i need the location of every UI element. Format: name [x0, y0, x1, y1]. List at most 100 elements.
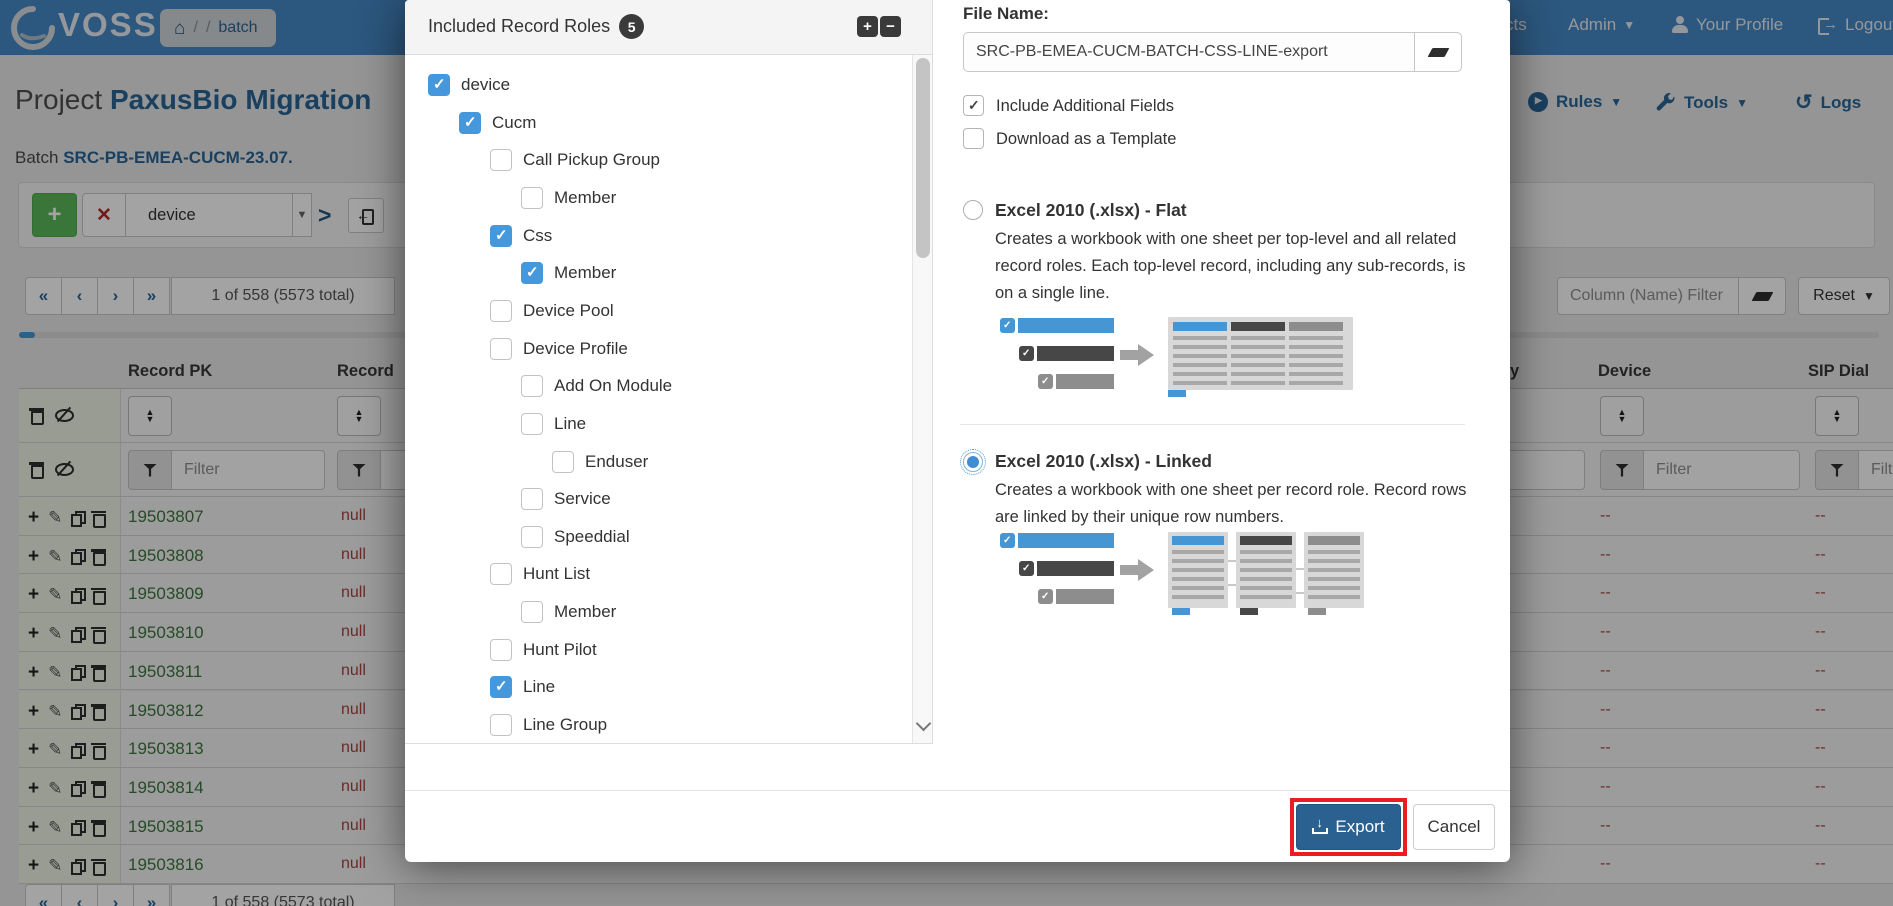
sheet-tab — [1240, 608, 1258, 615]
tree-item-device[interactable]: device — [405, 74, 912, 98]
scrollbar-thumb[interactable] — [916, 58, 930, 258]
unchecked-checkbox-icon[interactable] — [521, 413, 543, 435]
tree-item-service[interactable]: Service — [405, 488, 912, 512]
unchecked-checkbox-icon[interactable] — [490, 639, 512, 661]
tree-item-label: Service — [554, 489, 611, 509]
tree-item-label: device — [461, 75, 510, 95]
illustration-bar — [1018, 533, 1114, 548]
tree-item-label: Line Group — [523, 715, 607, 735]
checked-checkbox-icon[interactable] — [459, 112, 481, 134]
tree-item-cucm[interactable]: Cucm — [405, 112, 912, 136]
illustration-bar — [1018, 318, 1114, 333]
tree-scrollbar[interactable] — [912, 55, 932, 743]
tree-item-css[interactable]: Css — [405, 225, 912, 249]
panel-divider — [405, 743, 933, 744]
format-flat-title: Excel 2010 (.xlsx) - Flat — [995, 200, 1187, 221]
checked-checkbox-icon — [1000, 318, 1015, 333]
screen: VOSS ⌂ / / batch cts Admin▼ Your Profile… — [0, 0, 1893, 906]
format-linked-description: Creates a workbook with one sheet per re… — [995, 477, 1485, 531]
linked-sheet-illustration — [1236, 532, 1296, 608]
unchecked-checkbox-icon[interactable] — [490, 300, 512, 322]
tree-item-line[interactable]: Line — [405, 676, 912, 700]
tree-item-line-group[interactable]: Line Group — [405, 714, 912, 738]
illustration-bar — [1037, 561, 1114, 576]
panel-divider — [932, 0, 933, 743]
download-as-template-checkbox[interactable] — [963, 128, 984, 149]
footer-divider — [405, 790, 1510, 791]
tree-item-enduser[interactable]: Enduser — [405, 451, 912, 475]
record-roles-title: Included Record Roles 5 — [428, 14, 644, 39]
checked-checkbox-icon[interactable] — [521, 262, 543, 284]
checked-checkbox-icon — [1038, 589, 1053, 604]
unchecked-checkbox-icon[interactable] — [490, 563, 512, 585]
tree-item-label: Enduser — [585, 452, 648, 472]
tree-item-label: Member — [554, 602, 616, 622]
tree-item-label: Line — [554, 414, 586, 434]
export-button[interactable]: Export — [1296, 804, 1401, 850]
collapse-all-button[interactable]: − — [880, 16, 901, 37]
options-divider — [960, 424, 1465, 425]
record-roles-header: Included Record Roles 5 + − — [405, 0, 933, 55]
tree-item-speeddial[interactable]: Speeddial — [405, 526, 912, 550]
download-icon — [1312, 820, 1327, 834]
unchecked-checkbox-icon[interactable] — [521, 601, 543, 623]
tree-item-hunt-list[interactable]: Hunt List — [405, 563, 912, 587]
format-linked-title: Excel 2010 (.xlsx) - Linked — [995, 451, 1212, 472]
linked-sheet-illustration — [1304, 532, 1364, 608]
unchecked-checkbox-icon[interactable] — [490, 149, 512, 171]
unchecked-checkbox-icon[interactable] — [552, 451, 574, 473]
tree-item-label: Cucm — [492, 113, 536, 133]
tree-item-label: Device Profile — [523, 339, 628, 359]
checked-checkbox-icon[interactable] — [490, 676, 512, 698]
tree-item-label: Device Pool — [523, 301, 614, 321]
tree-item-line[interactable]: Line — [405, 413, 912, 437]
checked-checkbox-icon — [1038, 374, 1053, 389]
sheet-tab — [1308, 608, 1326, 615]
tree-item-label: Member — [554, 188, 616, 208]
sheet-tab — [1172, 608, 1190, 615]
checked-checkbox-icon[interactable] — [428, 74, 450, 96]
unchecked-checkbox-icon[interactable] — [490, 338, 512, 360]
unchecked-checkbox-icon[interactable] — [521, 187, 543, 209]
tree-item-label: Hunt Pilot — [523, 640, 597, 660]
tree-item-label: Css — [523, 226, 552, 246]
unchecked-checkbox-icon[interactable] — [521, 488, 543, 510]
tree-item-member[interactable]: Member — [405, 187, 912, 211]
checked-checkbox-icon — [1019, 561, 1034, 576]
file-name-label: File Name: — [963, 4, 1049, 24]
arrow-right-icon — [1120, 559, 1158, 581]
tree-item-device-pool[interactable]: Device Pool — [405, 300, 912, 324]
tree-item-label: Add On Module — [554, 376, 672, 396]
checked-checkbox-icon — [1019, 346, 1034, 361]
expand-all-button[interactable]: + — [857, 16, 878, 37]
tree-item-hunt-pilot[interactable]: Hunt Pilot — [405, 639, 912, 663]
include-additional-fields-checkbox[interactable] — [963, 95, 984, 116]
illustration-bar — [1056, 374, 1114, 389]
export-dialog: Included Record Roles 5 + − device Cucm Ca… — [405, 0, 1510, 862]
checked-checkbox-icon[interactable] — [490, 225, 512, 247]
unchecked-checkbox-icon[interactable] — [490, 714, 512, 736]
clear-file-name-button[interactable] — [1414, 32, 1462, 72]
count-badge: 5 — [619, 14, 644, 39]
include-additional-fields-label: Include Additional Fields — [996, 97, 1174, 116]
format-linked-radio[interactable] — [963, 452, 983, 472]
unchecked-checkbox-icon[interactable] — [521, 526, 543, 548]
download-as-template-label: Download as a Template — [996, 130, 1176, 149]
unchecked-checkbox-icon[interactable] — [521, 375, 543, 397]
sheet-tab — [1168, 390, 1186, 397]
illustration-bar — [1056, 589, 1114, 604]
tree-item-label: Call Pickup Group — [523, 150, 660, 170]
arrow-right-icon — [1120, 344, 1158, 366]
linked-sheet-illustration — [1168, 532, 1228, 608]
cancel-button[interactable]: Cancel — [1413, 804, 1495, 850]
tree-item-label: Speeddial — [554, 527, 630, 547]
tree-item-add-on-module[interactable]: Add On Module — [405, 375, 912, 399]
tree-item-member[interactable]: Member — [405, 262, 912, 286]
tree-item-device-profile[interactable]: Device Profile — [405, 338, 912, 362]
format-flat-radio[interactable] — [963, 200, 983, 220]
tree-item-call-pickup-group[interactable]: Call Pickup Group — [405, 149, 912, 173]
file-name-input[interactable] — [963, 32, 1415, 72]
tree-item-label: Line — [523, 677, 555, 697]
chevron-down-icon[interactable] — [916, 716, 932, 732]
tree-item-member[interactable]: Member — [405, 601, 912, 625]
